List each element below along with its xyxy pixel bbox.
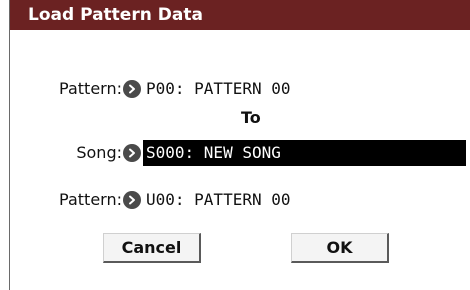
song-popup-button[interactable] <box>123 144 141 162</box>
chevron-right-icon <box>129 195 135 205</box>
to-label: To <box>241 108 261 127</box>
song-label: Song: <box>76 143 122 162</box>
source-pattern-value[interactable]: P00: PATTERN 00 <box>146 79 291 99</box>
dest-pattern-value[interactable]: U00: PATTERN 00 <box>146 190 291 210</box>
dialog-title: Load Pattern Data <box>10 0 470 30</box>
chevron-right-icon <box>129 148 135 158</box>
source-pattern-popup-button[interactable] <box>123 80 141 98</box>
song-value-field[interactable]: S000: NEW SONG <box>143 140 466 166</box>
source-pattern-label: Pattern: <box>59 79 122 98</box>
dest-pattern-popup-button[interactable] <box>123 191 141 209</box>
cancel-button[interactable]: Cancel <box>103 233 201 263</box>
load-pattern-dialog: Load Pattern Data Pattern: P00: PATTERN … <box>9 0 470 290</box>
ok-button[interactable]: OK <box>291 233 389 263</box>
chevron-right-icon <box>129 84 135 94</box>
dest-pattern-label: Pattern: <box>59 190 122 209</box>
